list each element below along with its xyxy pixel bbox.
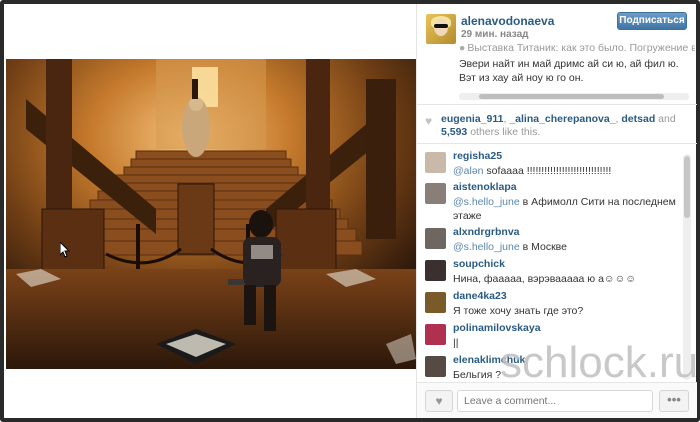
like-button[interactable]: ♥ (425, 390, 453, 412)
follow-button[interactable]: Подписаться (617, 12, 687, 30)
comment-avatar[interactable] (425, 260, 446, 281)
post-location[interactable]: ● Выставка Титаник: как это было. Погруже… (459, 42, 695, 54)
comment-text: @s.hello_june в Москве (453, 240, 681, 254)
more-options-button[interactable]: ••• (659, 390, 689, 412)
horizontal-scrollbar[interactable] (459, 93, 689, 100)
post-caption: Эвери найт ин май дримс ай си ю, ай фил … (459, 58, 679, 84)
comment-mention[interactable]: @alən (453, 165, 484, 177)
comment-body: || (453, 337, 459, 349)
comment-username[interactable]: soupchick (453, 258, 505, 270)
horizontal-scrollbar-thumb[interactable] (479, 94, 664, 99)
comment-mention[interactable]: @s.hello_june (453, 196, 520, 208)
comments-list: regisha25 @alən sofaaaa !!!!!!!!!!!!!!!!… (417, 146, 697, 378)
photo-panel (4, 4, 416, 418)
comment-body: Я тоже хочу знать где это? (453, 305, 584, 317)
comment-body: Нина, фааааа, вэрэвааааа ю а☺☺☺ (453, 273, 637, 285)
comment-text: @alən sofaaaa !!!!!!!!!!!!!!!!!!!!!!!!!!… (453, 164, 681, 178)
like-user-link[interactable]: _alina_cherepanova_ (509, 113, 615, 125)
comment-username[interactable]: alxndrgrbnva (453, 226, 520, 238)
comment-input[interactable] (457, 390, 653, 412)
mouse-cursor-icon (59, 240, 71, 261)
comments-scrollbar[interactable] (683, 154, 691, 380)
post-timestamp: 29 мин. назад (461, 29, 529, 40)
location-text: Выставка Титаник: как это было. Погружен… (467, 42, 695, 54)
comment-body: Бельгия ? (453, 369, 502, 378)
likes-text: eugenia_911, _alina_cherepanova_, detsad… (441, 113, 691, 139)
like-user-link[interactable]: eugenia_911 (441, 113, 503, 125)
comment-avatar[interactable] (425, 183, 446, 204)
likes-count[interactable]: 5,593 (441, 126, 467, 138)
comment-text: Бельгия ? (453, 368, 681, 378)
comment-username[interactable]: polinamilovskaya (453, 322, 541, 334)
comment-avatar[interactable] (425, 152, 446, 173)
comment-avatar[interactable] (425, 324, 446, 345)
comment-username[interactable]: aistenoklapa (453, 181, 517, 193)
likes-suffix: others like this. (470, 126, 541, 138)
comment-username[interactable]: elenaklimchuk (453, 354, 525, 366)
comment-username[interactable]: regisha25 (453, 150, 502, 162)
comments-scrollbar-thumb[interactable] (684, 156, 690, 218)
comment-text: Нина, фааааа, вэрэвааааа ю а☺☺☺ (453, 272, 681, 286)
post-username[interactable]: alenavodonaeva (461, 14, 554, 28)
comment-text: Я тоже хочу знать где это? (453, 304, 681, 318)
comment-body: в Москве (519, 241, 567, 253)
location-pin-icon: ● (459, 42, 466, 54)
post-header: alenavodonaeva 29 мин. назад Подписаться… (417, 4, 697, 102)
comment-username[interactable]: dane4ka23 (453, 290, 507, 302)
post-photo[interactable] (6, 59, 416, 369)
post-sidebar: alenavodonaeva 29 мин. назад Подписаться… (416, 4, 697, 418)
heart-icon: ♥ (425, 114, 433, 128)
comment-footer: ♥ ••• (417, 382, 697, 418)
comment-avatar[interactable] (425, 292, 446, 313)
user-avatar[interactable] (426, 14, 456, 44)
comment-text: @s.hello_june в Афимолл Сити на последне… (453, 195, 681, 223)
titanic-staircase-image (6, 59, 416, 369)
comment-avatar[interactable] (425, 228, 446, 249)
comment-text: || (453, 336, 681, 350)
like-user-link[interactable]: detsad (621, 113, 655, 125)
comment-body: sofaaaa !!!!!!!!!!!!!!!!!!!!!!!!!!!!! (483, 165, 612, 177)
heart-icon: ♥ (435, 394, 443, 408)
comment-mention[interactable]: @s.hello_june (453, 241, 520, 253)
comment-avatar[interactable] (425, 356, 446, 377)
likes-and: and (655, 113, 676, 125)
likes-section: ♥ eugenia_911, _alina_cherepanova_, dets… (417, 104, 697, 144)
